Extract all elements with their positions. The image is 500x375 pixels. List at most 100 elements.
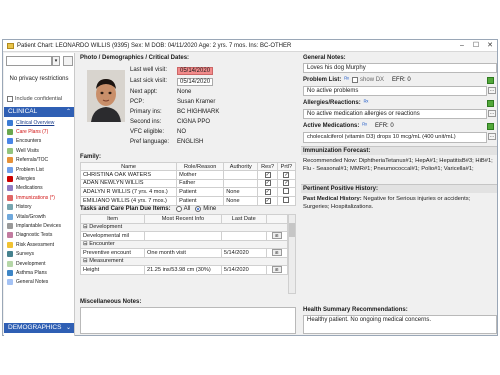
sidebar-item[interactable]: Asthma Plans [4,268,74,277]
res-checkbox[interactable]: ✓ [264,189,271,196]
family-row[interactable]: ADALYN R WILLIS (7 yrs. 4 mos.) Patient No… [79,187,297,198]
last-well-date[interactable]: 05/14/2020 [177,67,214,75]
task-group-row[interactable]: ⊟ Development [80,222,288,232]
general-notes-field[interactable]: Loves his dog Murphy [303,63,497,73]
task-action-button[interactable]: ⊞ [271,249,282,257]
hsr-field[interactable]: Healthy patient. No ongoing medical conc… [303,315,497,334]
sidebar-item[interactable]: Clinical Overview [4,118,74,127]
sidebar-item[interactable]: Risk Assessment [4,240,74,249]
primary-ins-row: Primary ins: BC HIGHMARK [130,109,219,115]
collapse-icon: ⌃ [65,109,71,115]
tasks-col-item[interactable]: Item [79,214,146,224]
prtl-checkbox[interactable]: ✓ [283,172,290,179]
task-action-button[interactable]: ⊞ [271,266,282,274]
filter-all-label: All [183,206,191,212]
demographics-section-header[interactable]: DEMOGRAPHICS ⌄ [4,323,74,333]
allergies-field[interactable]: No active medication allergies or reacti… [303,109,487,119]
family-cell-authority [223,178,259,189]
right-panel: General Notes: Loves his dog Murphy Prob… [301,53,497,336]
radio-all[interactable] [175,206,182,212]
maximize-button[interactable]: ☐ [469,40,483,51]
family-row[interactable]: CHRISTINA OAK WATERS Mother ✓ ✓ [79,170,297,180]
last-sick-date[interactable]: 05/14/2020 [177,78,214,86]
sidebar-item[interactable]: General Notes [4,278,74,287]
search-dropdown-arrow[interactable]: ▾ [52,56,60,66]
sidebar-item-label: Well Visits [16,147,39,154]
include-confidential-toggle[interactable]: Include confidential [7,96,62,102]
allergies-more-button[interactable]: … [488,110,496,117]
filter-all-option[interactable]: All [175,206,191,212]
tasks-col-info[interactable]: Most Recent Info [144,214,222,224]
prtl-checkbox[interactable] [283,197,290,204]
radio-mine[interactable] [195,206,202,212]
search-button[interactable] [63,56,73,66]
prtl-checkbox[interactable] [283,188,290,195]
sidebar-item-label: Problem List [16,166,44,173]
sidebar-item[interactable]: Allergies [4,174,74,183]
sidebar-item[interactable]: Development [4,259,74,268]
family-cell-prtl [276,187,297,198]
prtl-checkbox[interactable]: ✓ [283,180,290,187]
family-col-prtl[interactable]: Prtl? [276,161,297,172]
meds-field[interactable]: cholecalciferol (vitamin D3) drops 10 mc… [303,132,487,143]
meds-more-button[interactable]: … [488,133,496,140]
misc-notes-field[interactable] [80,307,296,334]
sidebar-item[interactable]: Immunizations (*) [4,193,74,202]
rx-icon[interactable]: ᴿˣ [344,77,349,83]
problem-list-field[interactable]: No active problems [303,86,487,96]
family-cell-res: ✓ [257,178,278,189]
task-row[interactable]: Developmental mil ⊞ [79,231,289,241]
sidebar-item[interactable]: Care Plans (7) [4,127,74,136]
demographics-header-label: DEMOGRAPHICS [8,324,62,331]
sidebar-item[interactable]: Problem List [4,165,74,174]
task-row[interactable]: Height 21.25 ins/53.98 cm (30%) 5/14/2020 ⊞ [79,265,289,275]
task-cell-info [144,231,222,241]
pcp-value: Susan Kramer [177,99,216,105]
sidebar-item[interactable]: Medications [4,184,74,193]
sidebar-item[interactable]: Referrals/TOC [4,156,74,165]
family-col-authority[interactable]: Authority [223,161,259,172]
problem-more-button[interactable]: … [488,87,496,94]
family-col-res[interactable]: Res? [257,161,278,172]
nav-icon [7,129,13,136]
res-checkbox[interactable]: ✓ [264,172,271,179]
clinical-section-header[interactable]: CLINICAL ⌃ [4,107,74,117]
problem-add-icon[interactable] [487,77,494,84]
include-confidential-checkbox[interactable] [7,96,13,102]
minimize-button[interactable]: – [455,40,469,51]
task-group-row[interactable]: ⊟ Encounter [80,239,288,249]
sidebar-item[interactable]: Diagnostic Tests [4,231,74,240]
sidebar-item[interactable]: Implantable Devices [4,221,74,230]
tasks-scroll-thumb[interactable] [289,223,295,237]
family-row[interactable]: ADAN NEWLYN WILLIS Father ✓ ✓ [79,178,297,189]
sidebar-item[interactable]: History [4,203,74,212]
sidebar-item[interactable]: Encounters [4,137,74,146]
task-action-button[interactable]: ⊞ [271,232,282,240]
meds-add-icon[interactable] [487,123,494,130]
family-col-name[interactable]: Name [79,161,178,172]
sidebar-item[interactable]: Surveys [4,249,74,258]
sidebar-item[interactable]: Vitals/Growth [4,212,74,221]
positive-history-header: Pertinent Positive History: [301,184,497,193]
patient-photo [87,70,125,122]
family-title: Family: [80,154,102,160]
res-checkbox[interactable]: ✓ [264,198,271,205]
tasks-col-date[interactable]: Last Date [220,214,267,224]
close-button[interactable]: ✕ [483,40,497,51]
task-row[interactable]: Preventive encount One month visit 5/14/20… [79,248,289,258]
sidebar-item[interactable]: Well Visits [4,146,74,155]
filter-mine-option[interactable]: Mine [195,206,216,212]
meds-rx-icon[interactable]: ᴿˣ [362,123,367,129]
tasks-scrollbar[interactable] [288,214,296,294]
family-row[interactable]: EMILIANO WILLIS (4 yrs. 7 mos.) Patient No… [79,196,297,207]
patient-search-input[interactable] [6,56,52,66]
allergies-add-icon[interactable] [487,100,494,107]
res-checkbox[interactable]: ✓ [264,180,271,187]
allergies-rx-icon[interactable]: ᴿˣ [364,100,369,106]
show-dx-checkbox[interactable] [352,77,359,83]
nav-icon [7,251,13,258]
middle-panel: Photo / Demographics / Critical Dates: L… [78,53,297,336]
imm-forecast-header: Immunization Forecast: [301,146,497,155]
family-col-role[interactable]: Role/Reason [176,161,225,172]
task-group-row[interactable]: ⊟ Measurement [80,256,288,266]
